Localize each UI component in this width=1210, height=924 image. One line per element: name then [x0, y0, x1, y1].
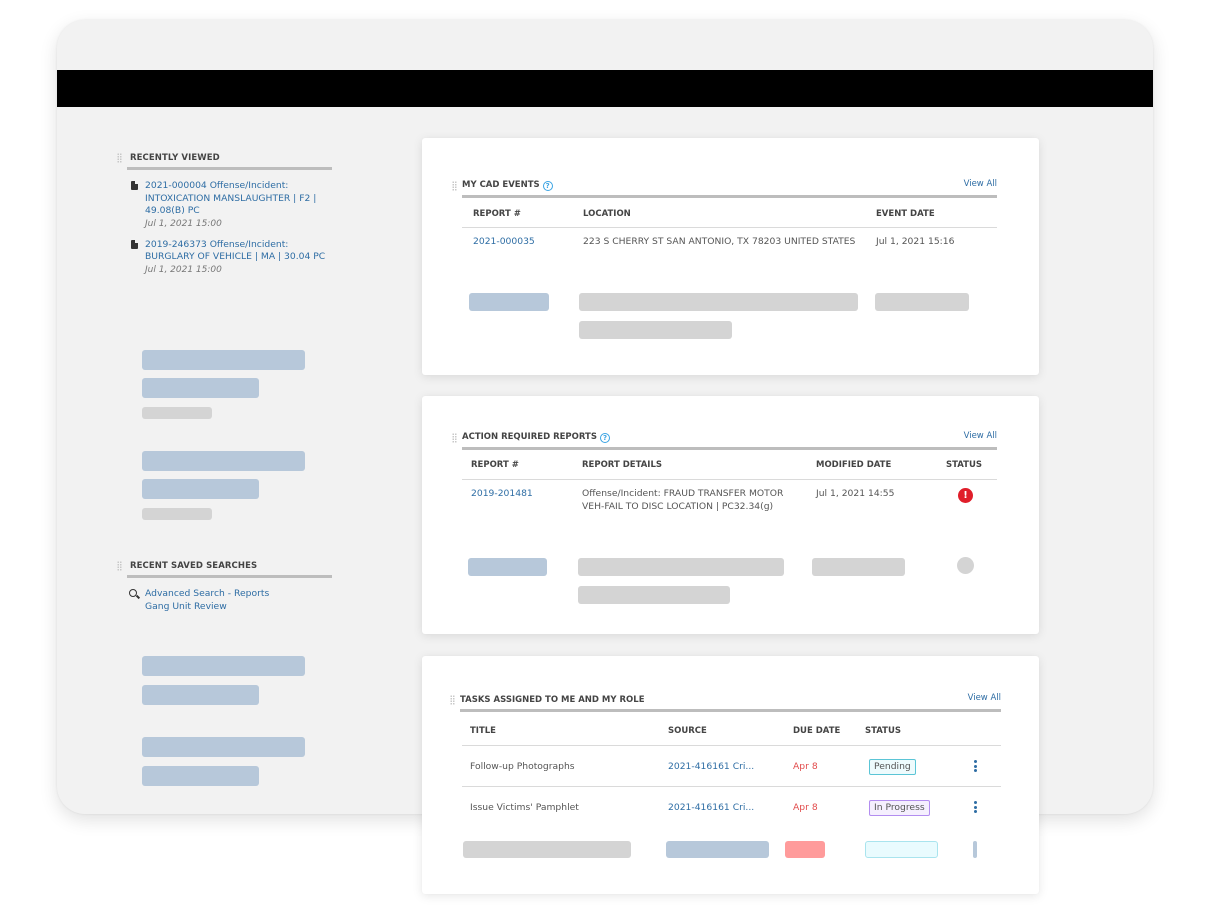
- divider: [462, 786, 1001, 787]
- skeleton-placeholder: [463, 841, 631, 858]
- more-options-icon[interactable]: [974, 760, 977, 774]
- help-icon[interactable]: ?: [542, 181, 553, 191]
- card-title: TASKS ASSIGNED TO ME AND MY ROLE: [460, 695, 645, 705]
- column-header-report[interactable]: REPORT #: [471, 460, 519, 470]
- skeleton-placeholder: [468, 558, 547, 576]
- task-due-date-cell: Apr 8: [793, 802, 818, 813]
- recent-item[interactable]: 2019-246373 Offense/Incident: BURGLARY O…: [127, 239, 332, 276]
- card-header: MY CAD EVENTS? View All: [452, 178, 997, 198]
- column-header-source[interactable]: SOURCE: [668, 726, 707, 736]
- recent-item-link[interactable]: 2021-000004 Offense/Incident: INTOXICATI…: [145, 180, 332, 218]
- card-title-text: ACTION REQUIRED REPORTS: [462, 432, 597, 442]
- drag-handle-icon[interactable]: [452, 433, 457, 443]
- report-link[interactable]: 2021-000035: [473, 236, 535, 249]
- status-badge: In Progress: [869, 800, 930, 816]
- location-cell: 223 S CHERRY ST SAN ANTONIO, TX 78203 UN…: [583, 236, 856, 247]
- skeleton-placeholder: [469, 293, 549, 311]
- skeleton-placeholder: [142, 378, 259, 398]
- column-header-status[interactable]: STATUS: [865, 726, 901, 736]
- saved-searches-header: RECENT SAVED SEARCHES: [117, 561, 332, 578]
- saved-search-link[interactable]: Advanced Search - Reports Gang Unit Revi…: [145, 588, 295, 613]
- skeleton-placeholder: [579, 321, 732, 339]
- card-title-text: MY CAD EVENTS: [462, 180, 540, 190]
- saved-search-item[interactable]: Advanced Search - Reports Gang Unit Revi…: [127, 588, 332, 613]
- task-source-link[interactable]: 2021-416161 Cri...: [668, 761, 754, 774]
- recent-item-link[interactable]: 2019-246373 Offense/Incident: BURGLARY O…: [145, 239, 332, 264]
- alert-icon[interactable]: !: [958, 488, 973, 503]
- recently-viewed-header: RECENTLY VIEWED: [117, 153, 332, 170]
- skeleton-placeholder: [578, 558, 784, 576]
- recent-item-date: Jul 1, 2021 15:00: [145, 218, 222, 229]
- divider: [462, 745, 1001, 746]
- skeleton-placeholder: [785, 841, 825, 858]
- skeleton-placeholder: [142, 350, 305, 370]
- column-header-report-details[interactable]: REPORT DETAILS: [582, 460, 662, 470]
- drag-handle-icon[interactable]: [452, 181, 457, 191]
- action-required-card: ACTION REQUIRED REPORTS? View All REPORT…: [422, 396, 1039, 634]
- view-all-link[interactable]: View All: [964, 179, 997, 189]
- skeleton-placeholder: [957, 557, 974, 574]
- task-title-cell[interactable]: Issue Victims' Pamphlet: [470, 802, 579, 815]
- column-header-location[interactable]: LOCATION: [583, 209, 631, 219]
- status-badge: Pending: [869, 759, 916, 775]
- view-all-link[interactable]: View All: [968, 693, 1001, 703]
- skeleton-placeholder: [142, 508, 212, 520]
- modified-date-cell: Jul 1, 2021 14:55: [816, 488, 895, 499]
- card-header: ACTION REQUIRED REPORTS? View All: [452, 430, 997, 450]
- skeleton-placeholder: [865, 841, 938, 858]
- card-header: TASKS ASSIGNED TO ME AND MY ROLE View Al…: [450, 692, 1001, 712]
- more-options-icon[interactable]: [974, 801, 977, 815]
- section-title: RECENT SAVED SEARCHES: [130, 561, 258, 571]
- section-title: RECENTLY VIEWED: [130, 153, 220, 163]
- skeleton-placeholder: [142, 407, 212, 419]
- recent-item-date: Jul 1, 2021 15:00: [145, 264, 222, 275]
- task-title-cell[interactable]: Follow-up Photographs: [470, 761, 575, 774]
- document-icon: [131, 181, 138, 190]
- skeleton-placeholder: [142, 451, 305, 471]
- report-link[interactable]: 2019-201481: [471, 488, 533, 501]
- column-header-title[interactable]: TITLE: [470, 726, 496, 736]
- document-icon: [131, 239, 138, 249]
- card-title: MY CAD EVENTS?: [462, 180, 553, 191]
- skeleton-placeholder: [875, 293, 969, 311]
- divider: [462, 479, 997, 480]
- skeleton-placeholder: [142, 479, 259, 499]
- report-details-cell: Offense/Incident: FRAUD TRANSFER MOTOR V…: [582, 488, 784, 512]
- column-header-event-date[interactable]: EVENT DATE: [876, 209, 935, 219]
- task-source-link[interactable]: 2021-416161 Cri...: [668, 802, 754, 815]
- card-title: ACTION REQUIRED REPORTS?: [462, 432, 610, 443]
- search-icon: [129, 589, 137, 597]
- skeleton-placeholder: [142, 685, 259, 705]
- column-header-report[interactable]: REPORT #: [473, 209, 521, 219]
- drag-handle-icon[interactable]: [117, 561, 122, 571]
- view-all-link[interactable]: View All: [964, 431, 997, 441]
- skeleton-placeholder: [666, 841, 769, 858]
- column-header-due-date[interactable]: DUE DATE: [793, 726, 840, 736]
- skeleton-placeholder: [142, 656, 305, 676]
- drag-handle-icon[interactable]: [117, 153, 122, 163]
- recently-viewed-section: RECENTLY VIEWED 2021-000004 Offense/Inci…: [117, 153, 332, 276]
- skeleton-placeholder: [812, 558, 905, 576]
- skeleton-placeholder: [578, 586, 730, 604]
- column-header-modified-date[interactable]: MODIFIED DATE: [816, 460, 891, 470]
- recent-item[interactable]: 2021-000004 Offense/Incident: INTOXICATI…: [127, 180, 332, 230]
- divider: [462, 227, 997, 228]
- column-header-status[interactable]: STATUS: [946, 460, 982, 470]
- tasks-card: TASKS ASSIGNED TO ME AND MY ROLE View Al…: [422, 656, 1039, 894]
- task-due-date-cell: Apr 8: [793, 761, 818, 772]
- drag-handle-icon[interactable]: [450, 695, 455, 705]
- skeleton-placeholder: [579, 293, 858, 311]
- help-icon[interactable]: ?: [599, 433, 610, 443]
- skeleton-placeholder: [142, 737, 305, 757]
- skeleton-placeholder: [973, 841, 977, 858]
- cad-events-card: MY CAD EVENTS? View All REPORT # LOCATIO…: [422, 138, 1039, 375]
- event-date-cell: Jul 1, 2021 15:16: [876, 236, 955, 247]
- top-navigation-bar: [57, 70, 1153, 107]
- skeleton-placeholder: [142, 766, 259, 786]
- saved-searches-section: RECENT SAVED SEARCHES Advanced Search - …: [117, 561, 332, 613]
